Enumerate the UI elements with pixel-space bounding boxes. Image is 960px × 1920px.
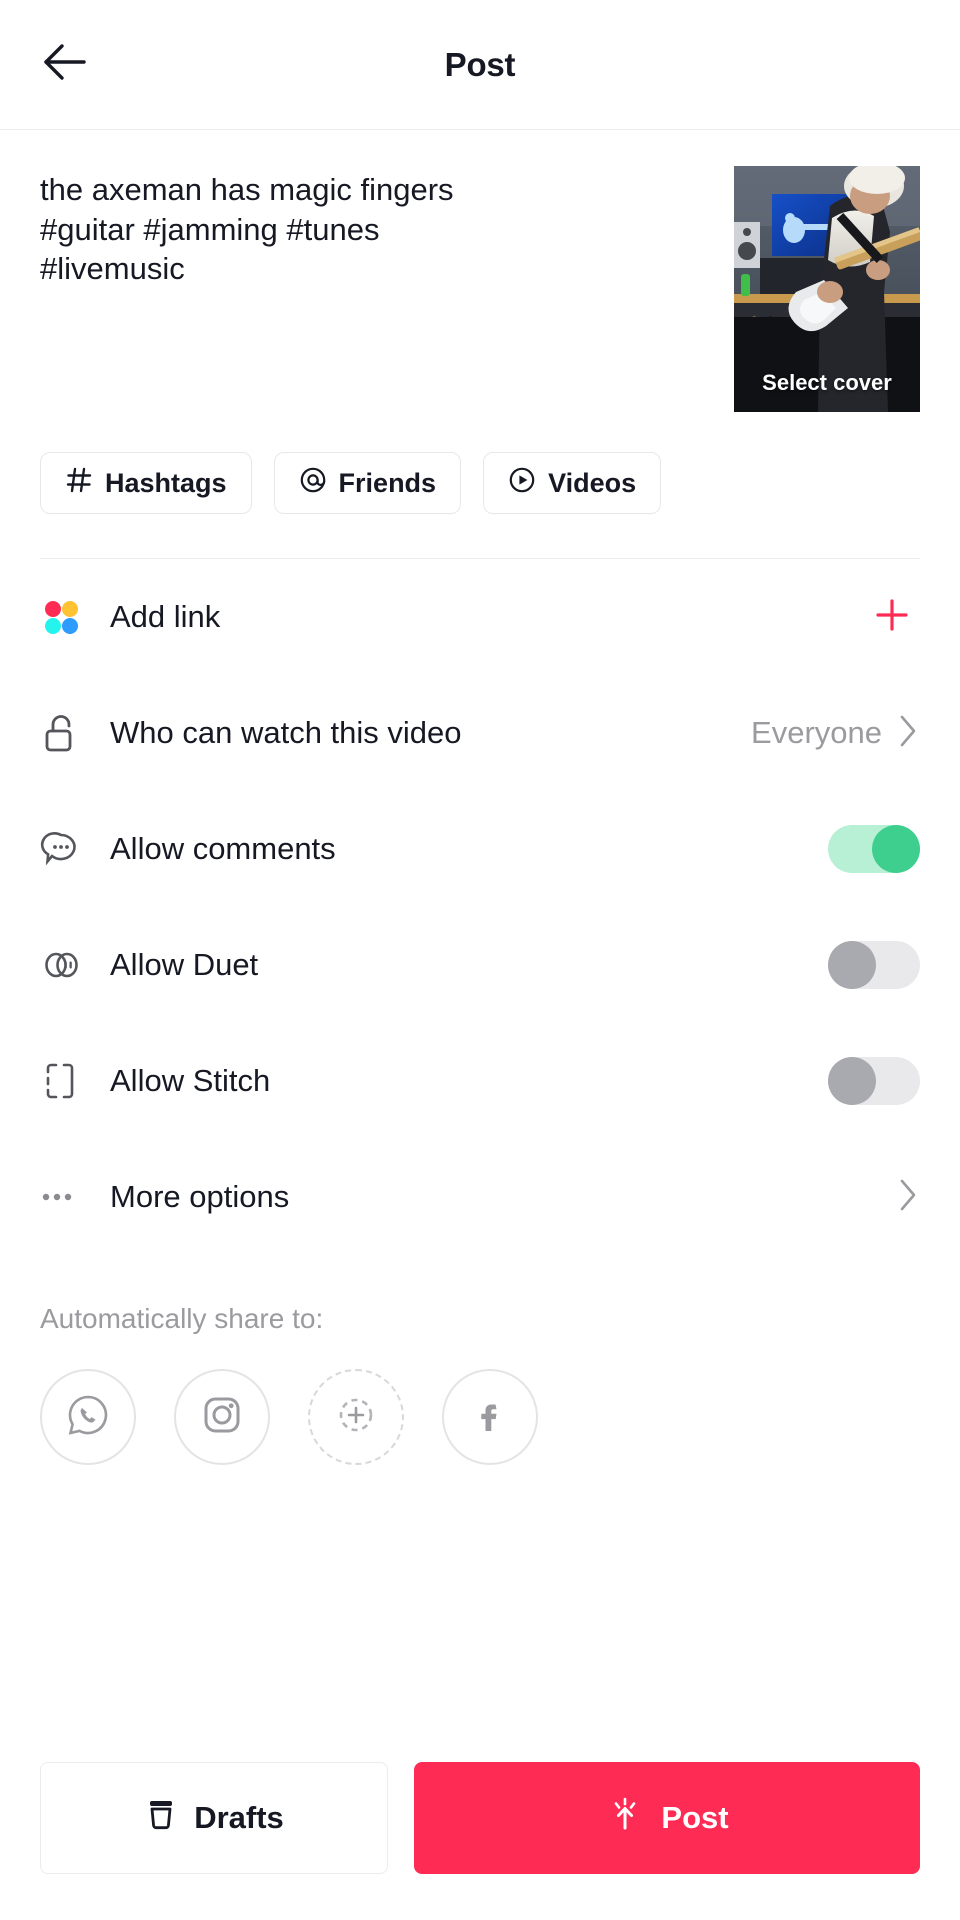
row-allow-stitch-label: Allow Stitch (110, 1063, 271, 1098)
toggle-allow-stitch[interactable] (828, 1057, 920, 1105)
chip-friends[interactable]: Friends (273, 452, 462, 514)
settings-list: Add link Who can watch this video Everyo… (0, 559, 960, 1255)
post-screen: Post the axeman has magic fingers #guita… (0, 0, 960, 1920)
chip-friends-label: Friends (338, 467, 437, 498)
plus-icon (871, 594, 913, 641)
chevron-right-icon (896, 1177, 920, 1218)
stitch-icon (40, 1059, 96, 1103)
ellipsis-icon (40, 1187, 96, 1207)
instagram-icon (198, 1391, 246, 1444)
row-allow-duet-label: Allow Duet (110, 947, 259, 982)
chip-videos[interactable]: Videos (483, 452, 662, 514)
caption-input[interactable]: the axeman has magic fingers #guitar #ja… (40, 166, 712, 412)
row-more-options[interactable]: More options (40, 1139, 920, 1255)
arrow-left-icon (42, 42, 88, 87)
toggle-knob (872, 825, 920, 873)
caption-line-3: #livemusic (40, 251, 185, 287)
upload-sparkle-icon (605, 1794, 645, 1842)
share-whatsapp-button[interactable] (40, 1369, 136, 1465)
row-allow-duet[interactable]: Allow Duet (40, 907, 920, 1023)
four-dots-icon (40, 596, 96, 638)
add-more-icon (332, 1391, 380, 1444)
row-allow-comments[interactable]: Allow comments (40, 791, 920, 907)
share-add-more-button[interactable] (308, 1369, 404, 1465)
row-allow-comments-label: Allow comments (110, 831, 336, 866)
chip-videos-label: Videos (548, 467, 637, 498)
drafts-button-label: Drafts (194, 1800, 284, 1835)
toggle-allow-comments[interactable] (828, 825, 920, 873)
caption-section: the axeman has magic fingers #guitar #ja… (0, 130, 960, 412)
drafts-box-icon (144, 1796, 178, 1840)
play-circle-icon (508, 466, 536, 501)
row-privacy[interactable]: Who can watch this video Everyone (40, 675, 920, 791)
chevron-right-icon (896, 713, 920, 754)
auto-share-icons (40, 1369, 920, 1465)
row-add-link-label: Add link (110, 599, 221, 634)
unlock-icon (40, 711, 96, 755)
toggle-knob (828, 1057, 876, 1105)
caption-line-1: the axeman has magic fingers (40, 172, 454, 207)
chip-hashtags[interactable]: Hashtags (40, 452, 252, 514)
caption-line-2: #guitar #jamming #tunes (40, 211, 380, 247)
privacy-value: Everyone (751, 715, 882, 750)
whatsapp-icon (63, 1390, 113, 1445)
row-add-link[interactable]: Add link (40, 559, 920, 675)
bottom-action-bar: Drafts Post (0, 1762, 960, 1920)
auto-share-title: Automatically share to: (40, 1303, 324, 1334)
comment-bubble-icon (40, 828, 96, 870)
toggle-allow-duet[interactable] (828, 941, 920, 989)
quick-insert-chips: Hashtags Friends Videos (0, 412, 960, 514)
toggle-knob (828, 941, 876, 989)
drafts-button[interactable]: Drafts (40, 1762, 388, 1874)
auto-share-section: Automatically share to: (0, 1255, 960, 1465)
row-allow-stitch[interactable]: Allow Stitch (40, 1023, 920, 1139)
share-facebook-button[interactable] (442, 1369, 538, 1465)
share-instagram-button[interactable] (174, 1369, 270, 1465)
row-privacy-label: Who can watch this video (110, 715, 462, 750)
at-mention-icon (299, 466, 327, 501)
cover-thumbnail[interactable]: Select cover (734, 166, 920, 412)
back-button[interactable] (34, 34, 96, 96)
header-bar: Post (0, 0, 960, 130)
page-title: Post (444, 45, 516, 83)
duet-icon (40, 944, 96, 986)
facebook-icon (466, 1391, 514, 1444)
add-link-plus-button[interactable] (864, 589, 920, 645)
post-button-label: Post (661, 1800, 729, 1835)
chip-hashtags-label: Hashtags (105, 467, 227, 498)
cover-image (734, 166, 920, 412)
row-more-options-label: More options (110, 1179, 290, 1214)
post-button[interactable]: Post (414, 1762, 920, 1874)
hashtag-icon (65, 466, 93, 501)
